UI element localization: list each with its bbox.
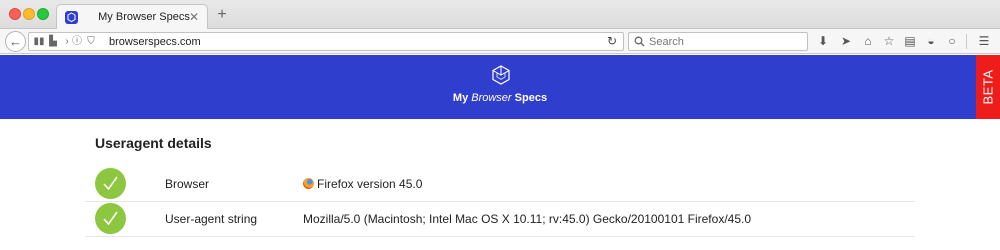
site-header: My Browser Specs xyxy=(0,55,1000,119)
search-icon xyxy=(634,36,645,47)
tab-close-icon[interactable]: ✕ xyxy=(187,10,201,24)
downloads-icon[interactable]: ⬇ xyxy=(815,33,831,49)
url-text[interactable]: browserspecs.com xyxy=(109,36,201,48)
check-icon xyxy=(95,203,126,234)
new-tab-button[interactable]: + xyxy=(214,7,230,23)
row-label: User-agent string xyxy=(165,212,258,226)
site-favicon-icon xyxy=(65,11,78,24)
chat-icon[interactable]: ○ xyxy=(944,33,960,49)
reading-list-icon[interactable]: ▙ xyxy=(47,36,59,48)
brand-my: My xyxy=(452,92,469,104)
reload-icon[interactable]: ↻ xyxy=(607,34,617,48)
home-icon[interactable]: ⌂ xyxy=(860,33,876,49)
navigation-toolbar: ← ▮▮ ▙ › ⓘ ⛉ browserspecs.com ↻ Search ⬇… xyxy=(0,29,1000,54)
beta-label: BETA xyxy=(980,69,996,105)
browser-tab[interactable]: My Browser Specs ✕ xyxy=(56,4,208,29)
check-icon xyxy=(95,168,126,199)
zoom-window-button[interactable] xyxy=(37,8,49,20)
minimize-window-button[interactable] xyxy=(23,8,35,20)
beta-badge[interactable]: BETA xyxy=(976,55,1000,119)
address-bar[interactable]: ▮▮ ▙ › ⓘ ⛉ browserspecs.com ↻ xyxy=(28,32,624,51)
firefox-icon xyxy=(303,178,314,189)
table-row: Browser Firefox version 45.0 xyxy=(85,168,915,202)
user-agent-string: Mozilla/5.0 (Macintosh; Intel Mac OS X 1… xyxy=(303,212,752,226)
search-bar[interactable]: Search xyxy=(628,32,808,51)
row-value: Firefox version 45.0 xyxy=(303,177,422,191)
back-button[interactable]: ← xyxy=(5,31,26,52)
close-window-button[interactable] xyxy=(9,8,21,20)
tab-title: My Browser Specs xyxy=(98,11,190,23)
site-brand[interactable]: My Browser Specs xyxy=(0,92,1000,104)
tab-strip: My Browser Specs ✕ + xyxy=(0,0,1000,29)
logo-cube-icon xyxy=(492,65,510,85)
brand-browser: Browser xyxy=(471,92,512,104)
browser-version: Firefox version 45.0 xyxy=(317,177,423,191)
table-row: User-agent string Mozilla/5.0 (Macintosh… xyxy=(85,203,915,237)
send-icon[interactable]: ➤ xyxy=(838,33,854,49)
tracking-shield-icon[interactable]: ⛉ xyxy=(85,36,97,48)
brand-specs: Specs xyxy=(514,92,548,104)
section-title: Useragent details xyxy=(95,135,212,151)
info-icon[interactable]: ⓘ xyxy=(71,36,83,48)
bookmarks-library-icon[interactable]: ▮▮ xyxy=(33,36,45,48)
search-placeholder: Search xyxy=(649,36,684,48)
toolbar-divider xyxy=(966,34,967,49)
row-label: Browser xyxy=(165,177,210,191)
clipboard-icon[interactable]: ▤ xyxy=(902,33,918,49)
bookmark-star-icon[interactable]: ☆ xyxy=(881,33,897,49)
menu-icon[interactable]: ☰ xyxy=(976,33,992,49)
pocket-icon[interactable]: ◒ xyxy=(923,33,939,49)
